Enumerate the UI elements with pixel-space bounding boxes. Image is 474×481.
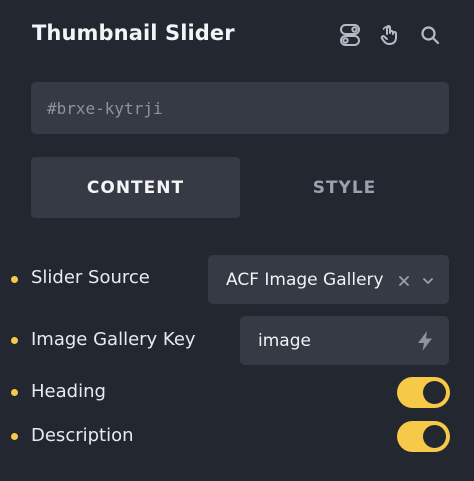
control-modified-indicator xyxy=(11,337,18,344)
description-toggle[interactable] xyxy=(397,421,450,452)
tab-content[interactable]: CONTENT xyxy=(31,157,240,218)
element-settings-panel: Thumbnail Slider #brxe-kytrji CONTENT ST… xyxy=(0,0,474,481)
chevron-down-icon[interactable] xyxy=(421,273,435,287)
search-icon[interactable] xyxy=(418,23,442,47)
toggle-knob xyxy=(423,425,446,448)
slider-source-select[interactable]: ACF Image Gallery xyxy=(208,255,449,304)
control-modified-indicator xyxy=(11,433,18,440)
control-modified-indicator xyxy=(11,276,18,283)
css-id-field[interactable]: #brxe-kytrji xyxy=(31,82,449,134)
dynamic-data-bolt-icon[interactable] xyxy=(415,330,435,352)
heading-toggle[interactable] xyxy=(397,377,450,408)
heading-label: Heading xyxy=(31,381,106,402)
image-gallery-key-value: image xyxy=(258,330,311,351)
panel-header: Thumbnail Slider xyxy=(32,20,452,52)
tab-style[interactable]: STYLE xyxy=(240,157,449,218)
hand-pointer-icon[interactable] xyxy=(378,23,402,47)
toggle-switch-icon[interactable] xyxy=(338,23,362,47)
header-actions xyxy=(338,23,442,47)
clear-icon[interactable] xyxy=(397,273,411,287)
toggle-knob xyxy=(423,381,446,404)
settings-tabs: CONTENT STYLE xyxy=(31,157,449,218)
slider-source-value: ACF Image Gallery xyxy=(226,269,384,290)
slider-source-label: Slider Source xyxy=(31,267,150,288)
description-label: Description xyxy=(31,425,134,446)
control-modified-indicator xyxy=(11,389,18,396)
image-gallery-key-label: Image Gallery Key xyxy=(31,329,196,350)
panel-title: Thumbnail Slider xyxy=(32,21,235,45)
image-gallery-key-input[interactable]: image xyxy=(240,316,449,365)
